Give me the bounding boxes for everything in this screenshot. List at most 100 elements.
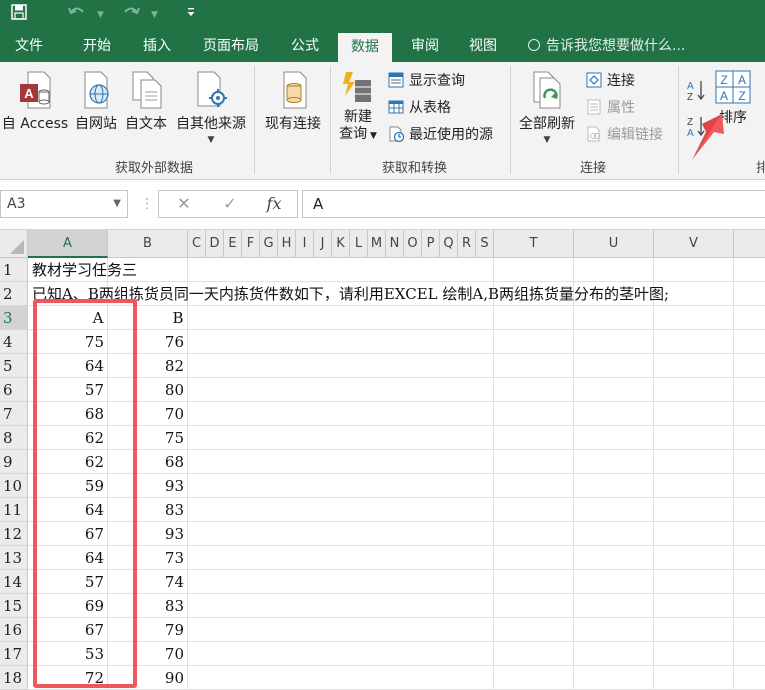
edit-links-button[interactable]: 编辑链接 — [586, 124, 663, 146]
tab-home[interactable]: 开始 — [70, 30, 124, 62]
refresh-all-button[interactable]: 全部刷新 ▼ — [514, 70, 580, 145]
column-header-b[interactable]: B — [108, 230, 188, 258]
name-box[interactable]: A3 ▼ — [0, 190, 128, 218]
group-separator — [510, 66, 511, 174]
from-web-button[interactable]: 自网站 — [72, 70, 120, 133]
chevron-down-icon[interactable]: ▼ — [113, 191, 121, 217]
existing-connections-button[interactable]: 现有连接 — [260, 70, 326, 133]
svg-text:A: A — [687, 81, 694, 92]
column-header-i[interactable]: I — [296, 230, 314, 258]
column-header-q[interactable]: Q — [440, 230, 458, 258]
column-header-k[interactable]: K — [332, 230, 350, 258]
column-header-j[interactable]: J — [314, 230, 332, 258]
row-header-4[interactable]: 4 — [0, 330, 28, 354]
refresh-icon — [533, 71, 561, 109]
row-header-11[interactable]: 11 — [0, 498, 28, 522]
insert-function-icon[interactable]: fx — [259, 191, 289, 217]
from-other-sources-button[interactable]: 自其他来源 ▼ — [172, 70, 250, 145]
from-access-button[interactable]: A 自 Access — [0, 70, 70, 133]
properties-icon — [587, 99, 601, 115]
group-separator — [678, 66, 679, 174]
new-query-button[interactable]: 新建 查询 ▼ — [334, 70, 382, 145]
row-header-17[interactable]: 17 — [0, 642, 28, 666]
group-label-get-external-data: 获取外部数据 — [115, 161, 194, 176]
row-header-6[interactable]: 6 — [0, 378, 28, 402]
cell-a1[interactable]: 教材学习任务三 — [32, 258, 137, 282]
row-header-3[interactable]: 3 — [0, 306, 28, 330]
column-header-e[interactable]: E — [224, 230, 242, 258]
tab-formulas[interactable]: 公式 — [278, 30, 332, 62]
cancel-icon[interactable]: ✕ — [169, 191, 199, 217]
column-header-v[interactable]: V — [654, 230, 734, 258]
from-text-button[interactable]: 自文本 — [122, 70, 170, 133]
show-queries-button[interactable]: 显示查询 — [388, 70, 465, 92]
select-all-button[interactable] — [0, 230, 28, 258]
row-header-5[interactable]: 5 — [0, 354, 28, 378]
lightbulb-icon — [528, 39, 540, 51]
column-header-d[interactable]: D — [206, 230, 224, 258]
formula-input[interactable]: A — [302, 190, 765, 218]
row-header-16[interactable]: 16 — [0, 618, 28, 642]
properties-button[interactable]: 属性 — [586, 97, 635, 119]
enter-icon[interactable]: ✓ — [215, 191, 245, 217]
row-header-13[interactable]: 13 — [0, 546, 28, 570]
row-header-14[interactable]: 14 — [0, 570, 28, 594]
tab-insert[interactable]: 插入 — [130, 30, 184, 62]
refresh-all-label: 全部刷新 — [519, 116, 575, 132]
row-header-10[interactable]: 10 — [0, 474, 28, 498]
drag-handle-icon[interactable]: ⋮ — [140, 192, 154, 216]
row-header-2[interactable]: 2 — [0, 282, 28, 306]
undo-icon[interactable] — [66, 4, 88, 26]
column-header-w[interactable] — [734, 230, 765, 258]
tab-data[interactable]: 数据 — [338, 33, 392, 62]
save-icon[interactable] — [8, 4, 30, 26]
group-separator — [330, 66, 331, 174]
new-query-label-1: 新建 — [344, 109, 372, 125]
tab-review[interactable]: 审阅 — [398, 30, 452, 62]
edit-links-label: 编辑链接 — [607, 127, 663, 143]
from-table-button[interactable]: 从表格 — [388, 97, 451, 119]
column-header-t[interactable]: T — [494, 230, 574, 258]
row-header-15[interactable]: 15 — [0, 594, 28, 618]
from-other-sources-label: 自其他来源 — [176, 116, 246, 132]
column-header-h[interactable]: H — [278, 230, 296, 258]
row-header-7[interactable]: 7 — [0, 402, 28, 426]
group-separator — [254, 66, 255, 174]
other-sources-icon — [197, 71, 227, 107]
column-header-r[interactable]: R — [458, 230, 476, 258]
recent-sources-label: 最近使用的源 — [409, 127, 493, 143]
tab-view[interactable]: 视图 — [456, 30, 510, 62]
svg-text:Z: Z — [738, 89, 745, 103]
sort-ascending-button[interactable]: A Z — [686, 78, 706, 104]
chevron-down-icon: ▼ — [543, 135, 551, 145]
undo-dropdown-icon[interactable]: ▼ — [97, 4, 104, 26]
sort-a-to-z-icon: A Z — [687, 81, 705, 103]
row-header-12[interactable]: 12 — [0, 522, 28, 546]
recent-sources-button[interactable]: 最近使用的源 — [388, 124, 493, 146]
column-header-u[interactable]: U — [574, 230, 654, 258]
column-header-o[interactable]: O — [404, 230, 422, 258]
tab-page-layout[interactable]: 页面布局 — [190, 30, 272, 62]
redo-dropdown-icon[interactable]: ▼ — [151, 4, 158, 26]
column-header-l[interactable]: L — [350, 230, 368, 258]
column-header-m[interactable]: M — [368, 230, 386, 258]
column-header-g[interactable]: G — [260, 230, 278, 258]
column-header-s[interactable]: S — [476, 230, 494, 258]
from-web-label: 自网站 — [75, 116, 117, 132]
column-header-p[interactable]: P — [422, 230, 440, 258]
gridline — [493, 258, 494, 690]
redo-icon[interactable] — [120, 4, 142, 26]
column-header-n[interactable]: N — [386, 230, 404, 258]
svg-text:A: A — [720, 89, 728, 103]
customize-icon[interactable] — [180, 4, 202, 26]
row-header-8[interactable]: 8 — [0, 426, 28, 450]
row-header-9[interactable]: 9 — [0, 450, 28, 474]
connections-button[interactable]: 连接 — [586, 70, 635, 92]
row-header-18[interactable]: 18 — [0, 666, 28, 690]
tab-file[interactable]: 文件 — [0, 30, 58, 62]
column-header-c[interactable]: C — [188, 230, 206, 258]
row-header-1[interactable]: 1 — [0, 258, 28, 282]
tell-me-search[interactable]: 告诉我您想要做什么... — [528, 30, 685, 62]
column-header-a[interactable]: A — [28, 230, 108, 258]
column-header-f[interactable]: F — [242, 230, 260, 258]
